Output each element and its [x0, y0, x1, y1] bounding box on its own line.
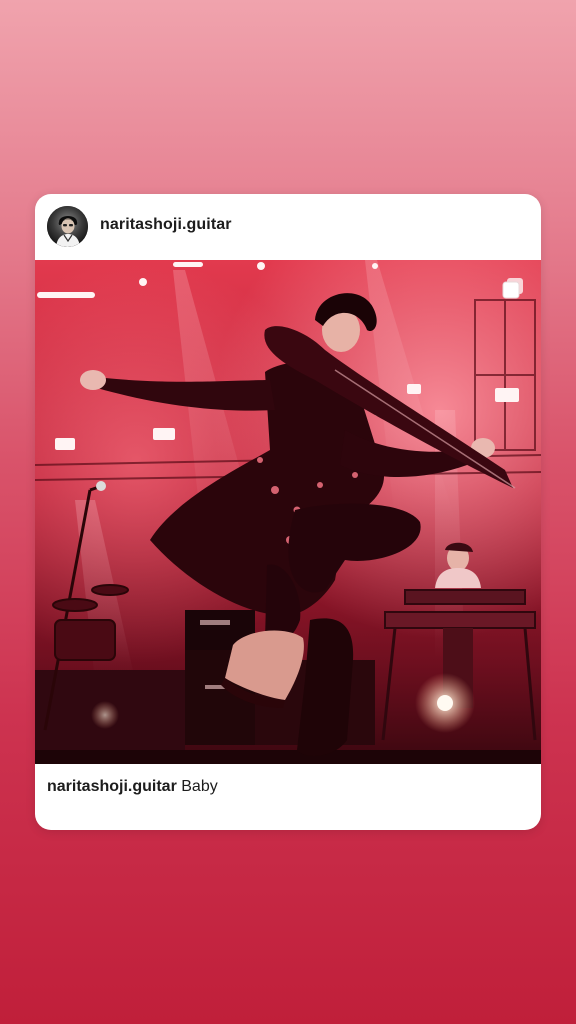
caption-text: Baby: [181, 778, 218, 795]
shared-post-card[interactable]: naritashoji.guitar naritashoji.guitar Ba…: [35, 194, 541, 830]
post-caption: naritashoji.guitar Baby: [47, 778, 218, 796]
multiple-images-icon: [501, 276, 525, 300]
post-photo[interactable]: [35, 260, 541, 764]
post-header: naritashoji.guitar: [35, 194, 541, 260]
profile-avatar[interactable]: [47, 206, 88, 247]
caption-username[interactable]: naritashoji.guitar: [47, 778, 177, 795]
post-username[interactable]: naritashoji.guitar: [100, 216, 232, 234]
